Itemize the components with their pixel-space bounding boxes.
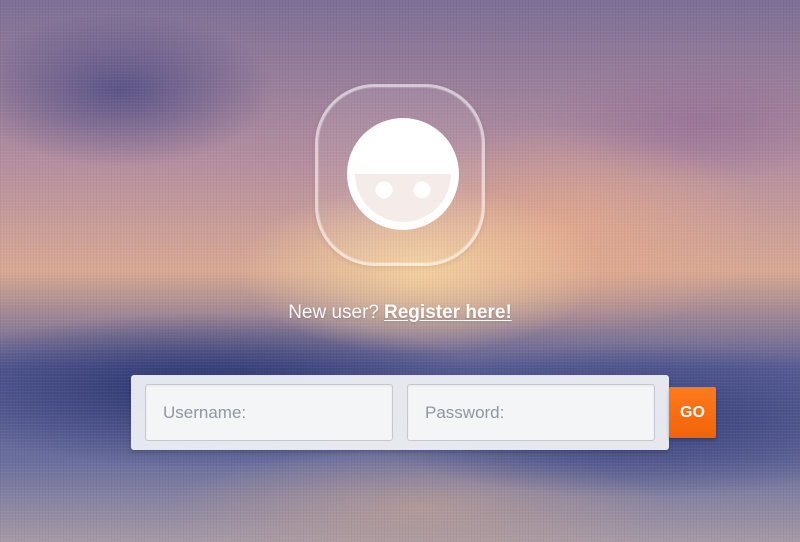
login-page: New user?Register here! GO: [0, 0, 800, 542]
register-prompt: New user? Register here!: [0, 302, 800, 324]
username-input[interactable]: [145, 384, 393, 441]
password-input[interactable]: [407, 384, 655, 441]
app-logo: [315, 84, 485, 266]
login-form: [131, 375, 669, 450]
go-button[interactable]: GO: [669, 387, 716, 438]
smiling-face-icon: [347, 118, 459, 230]
background-texture: [0, 0, 800, 542]
register-link[interactable]: Register here!: [384, 302, 512, 323]
new-user-text: New user?: [288, 302, 380, 323]
